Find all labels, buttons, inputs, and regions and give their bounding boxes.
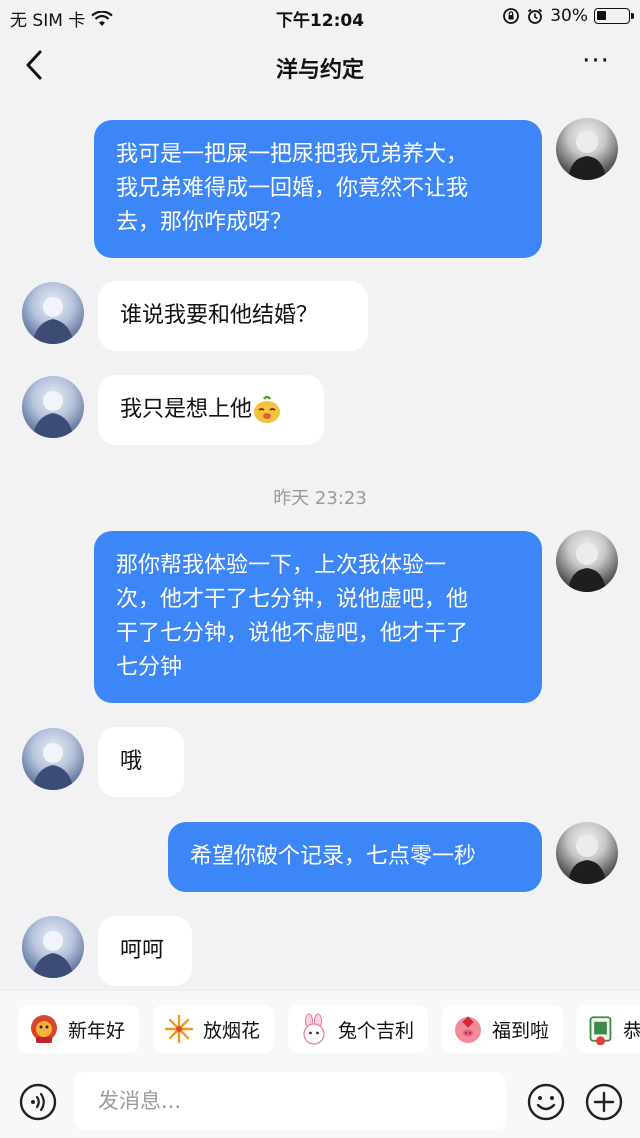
chat-title: 洋与约定 [275, 58, 364, 83]
quick-reply-chip[interactable]: 恭 [576, 1005, 640, 1053]
message-timestamp: 昨天 23:23 [273, 488, 367, 509]
avatar-figure-icon [32, 931, 74, 978]
message-bubble-received[interactable]: 我只是想上他 [98, 375, 324, 445]
quick-reply-chip[interactable]: 放烟花 [153, 1005, 275, 1053]
status-right: 30% [502, 6, 634, 26]
pig-lucky-icon [455, 1016, 481, 1043]
message-bubble-sent[interactable]: 我可是一把屎一把尿把我兄弟养大， 我兄弟难得成一回婚，你竟然不让我 去，那你咋成… [94, 120, 542, 258]
lion-mascot-icon [31, 1015, 57, 1043]
avatar-figure-icon [568, 835, 606, 884]
battery-percent: 30% [550, 6, 588, 26]
message-bubble-received[interactable]: 呵呵 [98, 916, 192, 986]
contact-avatar[interactable] [22, 916, 84, 978]
quick-reply-chip[interactable]: 新年好 [18, 1005, 140, 1053]
rotation-lock-icon [503, 8, 520, 24]
avatar-figure-icon [568, 131, 606, 180]
fireworks-icon [164, 1014, 194, 1044]
contact-avatar[interactable] [22, 282, 84, 344]
avatar-figure-icon [32, 297, 74, 344]
my-avatar[interactable] [556, 822, 618, 884]
contact-avatar[interactable] [22, 728, 84, 790]
quick-reply-bar: 新年好 放烟花 兔个吉利 福到啦 [0, 990, 640, 1070]
chat-header: 洋与约定 ··· [0, 34, 640, 96]
more-options-button[interactable]: ··· [580, 48, 612, 80]
message-bubble-sent[interactable]: 那你帮我体验一下，上次我体验一 次，他才干了七分钟，说他虚吧，他 干了七分钟，说… [94, 531, 542, 703]
sly-face-sticker-icon [254, 395, 281, 423]
plus-icon [585, 1083, 623, 1121]
message-bubble-received[interactable]: 谁说我要和他结婚？ [98, 281, 368, 351]
battery-level-fill [597, 11, 606, 20]
quick-reply-label: 兔个吉利 [338, 1019, 415, 1042]
battery-icon [594, 8, 634, 24]
quick-reply-chip[interactable]: 福到啦 [442, 1005, 564, 1053]
voice-icon [19, 1083, 57, 1121]
quick-reply-label: 新年好 [68, 1019, 126, 1042]
message-text: 我只是想上他 [120, 397, 253, 422]
avatar-figure-icon [32, 743, 74, 790]
quick-reply-label: 福到啦 [492, 1019, 550, 1042]
voice-input-button[interactable] [18, 1082, 58, 1122]
alarm-icon [528, 8, 543, 24]
contact-avatar[interactable] [22, 376, 84, 438]
avatar-figure-icon [32, 391, 74, 438]
quick-reply-label: 放烟花 [203, 1019, 261, 1042]
back-button[interactable] [20, 48, 50, 82]
more-actions-button[interactable] [584, 1082, 624, 1122]
rabbit-icon [303, 1013, 325, 1045]
my-avatar[interactable] [556, 118, 618, 180]
my-avatar[interactable] [556, 530, 618, 592]
mahjong-icon [589, 1016, 612, 1045]
status-bar: 无 SIM 卡 下午12:04 30% [0, 0, 640, 34]
quick-reply-label: 恭 [623, 1016, 640, 1043]
message-input-bar [0, 1070, 640, 1138]
quick-reply-chip[interactable]: 兔个吉利 [288, 1005, 429, 1053]
message-bubble-received[interactable]: 哦 [98, 727, 184, 797]
smiley-face-icon [527, 1083, 565, 1121]
emoji-button[interactable] [526, 1082, 566, 1122]
avatar-figure-icon [568, 543, 606, 592]
message-input[interactable] [74, 1072, 506, 1130]
message-bubble-sent[interactable]: 希望你破个记录，七点零一秒 [168, 822, 542, 892]
chevron-left-icon [26, 50, 42, 80]
